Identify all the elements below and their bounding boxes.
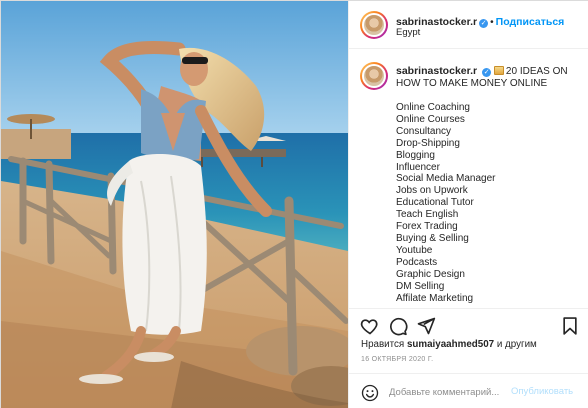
idea-item: Consultancy (396, 125, 452, 137)
idea-item: Podcasts (396, 256, 438, 268)
ideas-list: Online Coaching Online Courses Consultancy… (396, 102, 582, 304)
idea-item: Educational Tutor (396, 197, 474, 209)
caption-verified-badge-icon: ✓ (482, 68, 492, 77)
separator-dot: • (490, 17, 494, 28)
smile-icon[interactable] (361, 384, 381, 404)
post-photo[interactable] (1, 1, 348, 408)
header-user-line: sabrinastocker.r ✓ • Подписаться (396, 12, 564, 30)
add-comment-bar: Опубликовать (349, 373, 588, 408)
follow-button[interactable]: Подписаться (496, 16, 565, 28)
caption-author-username[interactable]: sabrinastocker.r (396, 65, 477, 77)
idea-item: Online Courses (396, 113, 465, 125)
share-icon[interactable] (416, 316, 436, 336)
sunset-emoji-icon (493, 66, 504, 75)
likes-prefix: Нравится (361, 339, 405, 350)
likes-summary: Нравится sumaiyaahmed507 и другим (361, 339, 537, 350)
idea-item: Forex Trading (396, 221, 458, 233)
likes-user-link[interactable]: sumaiyaahmed507 (407, 339, 494, 350)
likes-suffix-link[interactable]: и другим (497, 339, 537, 350)
idea-item: Online Coaching (396, 102, 470, 113)
caption-author-avatar[interactable] (360, 62, 388, 90)
idea-item: DM Selling (396, 280, 445, 292)
idea-item: Drop-Shipping (396, 137, 460, 149)
verified-badge-icon: ✓ (479, 19, 489, 28)
idea-item: Buying & Selling (396, 232, 469, 244)
idea-item: Jobs on Upwork (396, 185, 468, 197)
post-date[interactable]: 16 ОКТЯБРЯ 2020 Г. (361, 356, 433, 363)
post-sidebar: sabrinastocker.r ✓ • Подписаться Egypt sabr… (348, 1, 588, 408)
idea-item: Influencer (396, 161, 440, 173)
location-link[interactable]: Egypt (396, 27, 420, 38)
post-caption: sabrinastocker.r ✓ 20 IDEAS ON HOW TO MAK… (396, 65, 582, 304)
idea-item: Teach English (396, 209, 459, 221)
beach-photo-image (1, 1, 348, 408)
idea-item: Youtube (396, 244, 433, 256)
idea-item: Social Media Manager (396, 173, 496, 185)
comment-input[interactable] (389, 385, 509, 399)
idea-item: Blogging (396, 149, 435, 161)
comments-area[interactable]: sabrinastocker.r ✓ 20 IDEAS ON HOW TO MAK… (349, 50, 588, 308)
idea-item: Graphic Design (396, 268, 465, 280)
post-header: sabrinastocker.r ✓ • Подписаться Egypt (349, 1, 588, 49)
publish-button[interactable]: Опубликовать (511, 386, 573, 397)
author-avatar[interactable] (360, 11, 388, 39)
comment-icon[interactable] (388, 316, 408, 336)
action-bar: Нравится sumaiyaahmed507 и другим 16 ОКТ… (349, 308, 588, 408)
instagram-post: sabrinastocker.r ✓ • Подписаться Egypt sabr… (0, 0, 588, 408)
heart-icon[interactable] (360, 316, 380, 336)
idea-item: Affilate Marketing (396, 292, 474, 304)
bookmark-icon[interactable] (560, 316, 580, 336)
